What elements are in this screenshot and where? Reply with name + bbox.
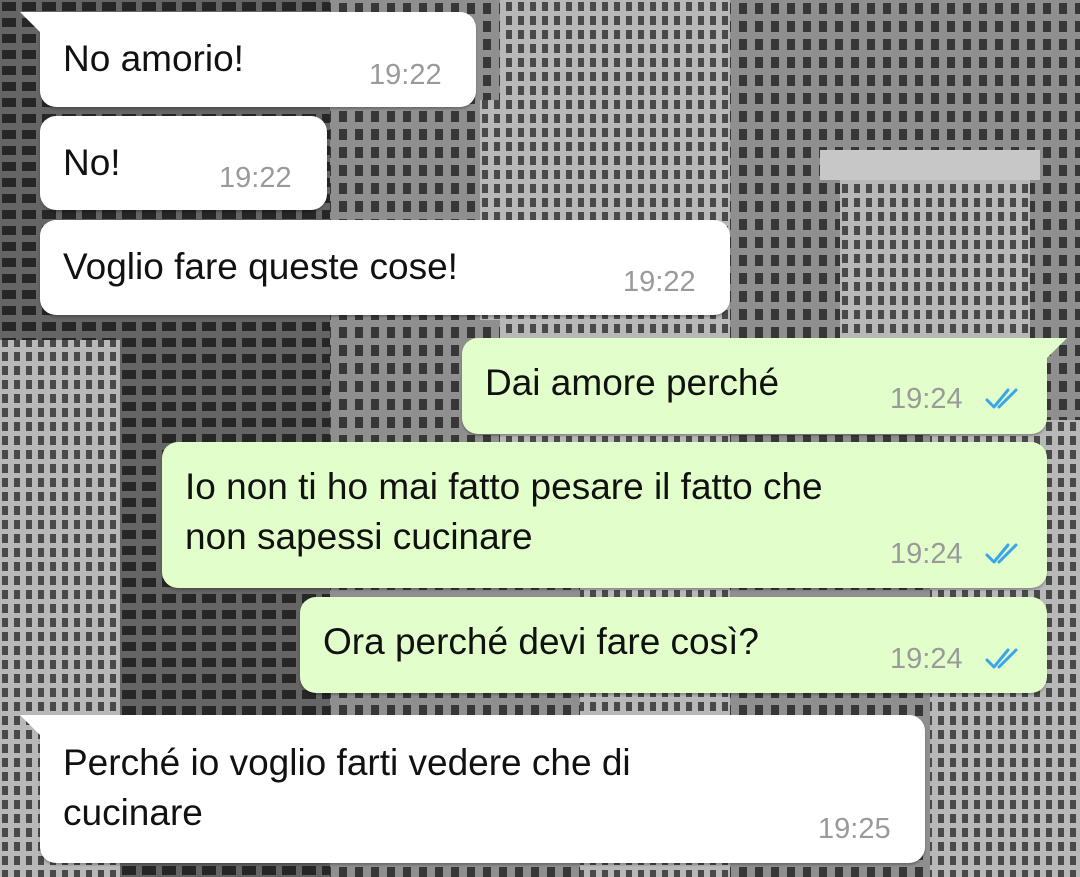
message-text: Dai amore perché — [485, 362, 780, 403]
message-text-line: cucinare — [63, 792, 203, 833]
message-bubble-incoming[interactable]: Voglio fare queste cose! 19:22 — [40, 220, 730, 315]
message-bubble-incoming[interactable]: No! 19:22 — [40, 116, 327, 210]
double-check-icon — [985, 543, 1018, 564]
bubble-tail — [20, 715, 40, 735]
message-time: 19:22 — [219, 162, 292, 194]
message-bubble-incoming[interactable]: No amorio! 19:22 — [20, 12, 476, 107]
bubble-tail — [20, 12, 40, 32]
message-text-line: non sapessi cucinare — [185, 516, 533, 557]
message-time: 19:24 — [890, 643, 963, 675]
double-check-icon — [985, 388, 1018, 409]
bubble-tail — [1047, 338, 1067, 358]
message-text: No! — [63, 142, 121, 183]
double-check-icon — [985, 648, 1018, 669]
message-bubble-outgoing[interactable]: Ora perché devi fare così? 19:24 — [300, 597, 1047, 693]
message-time: 19:25 — [818, 813, 891, 845]
message-bubble-incoming[interactable]: Perché io voglio farti vedere che di cuc… — [20, 715, 925, 863]
message-text-line: Io non ti ho mai fatto pesare il fatto c… — [185, 466, 823, 507]
message-bubble-outgoing[interactable]: Io non ti ho mai fatto pesare il fatto c… — [162, 442, 1047, 588]
message-time: 19:24 — [890, 538, 963, 570]
message-time: 19:22 — [623, 266, 696, 298]
message-text: Ora perché devi fare così? — [323, 621, 759, 662]
message-text-line: Perché io voglio farti vedere che di — [63, 742, 631, 783]
message-time: 19:22 — [369, 59, 442, 91]
message-bubble-outgoing[interactable]: Dai amore perché 19:24 — [462, 338, 1067, 434]
message-time: 19:24 — [890, 383, 963, 415]
message-text: Voglio fare queste cose! — [63, 246, 458, 287]
message-text: No amorio! — [63, 38, 244, 79]
